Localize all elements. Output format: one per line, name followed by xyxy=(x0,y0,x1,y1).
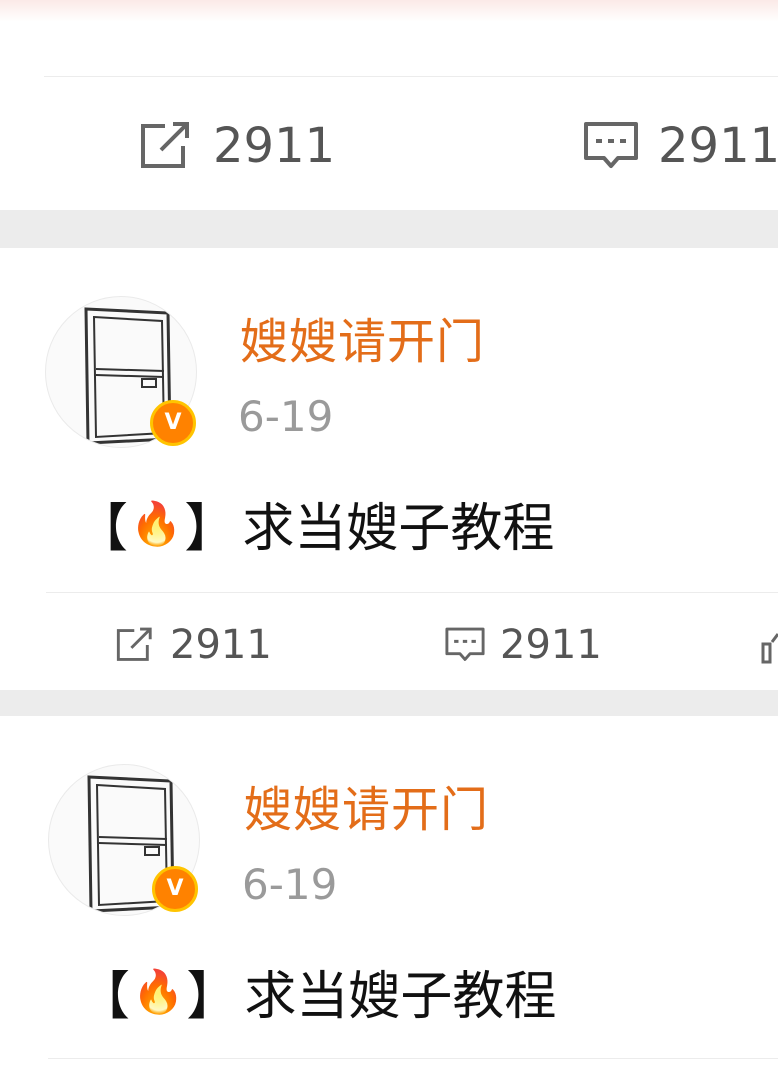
verified-icon: V xyxy=(164,410,182,435)
repost-button[interactable]: 2911 xyxy=(137,118,335,174)
username[interactable]: 嫂嫂请开门 xyxy=(244,770,489,840)
bracket-open: 【 xyxy=(76,499,129,559)
verified-badge: V xyxy=(150,400,196,446)
repost-count: 2911 xyxy=(170,622,272,668)
verified-icon: V xyxy=(166,876,184,901)
comment-icon xyxy=(582,120,640,172)
comment-button[interactable]: 2911 xyxy=(444,622,602,668)
repost-button[interactable]: 2911 xyxy=(114,622,272,668)
repost-icon xyxy=(114,626,156,664)
repost-icon xyxy=(137,120,195,172)
comment-button[interactable]: 2911 xyxy=(582,118,778,174)
card-separator xyxy=(0,690,778,716)
card-divider xyxy=(44,76,778,77)
username[interactable]: 嫂嫂请开门 xyxy=(240,302,485,372)
post-text: 求当嫂子教程 xyxy=(244,967,557,1027)
comment-count: 2911 xyxy=(500,622,602,668)
bracket-close: 】 xyxy=(186,967,239,1027)
bracket-close: 】 xyxy=(184,499,237,559)
like-button[interactable] xyxy=(760,630,778,664)
fire-emoji-icon: 🔥 xyxy=(130,498,183,548)
card-separator xyxy=(0,210,778,248)
post-content[interactable]: 【 🔥 】 求当嫂子教程 xyxy=(78,954,556,1029)
post-time: 6-19 xyxy=(238,392,334,441)
fire-emoji-icon: 🔥 xyxy=(132,966,185,1016)
post-time: 6-19 xyxy=(242,860,338,909)
verified-badge: V xyxy=(152,866,198,912)
comment-icon xyxy=(444,626,486,664)
post-content[interactable]: 【 🔥 】 求当嫂子教程 xyxy=(76,486,554,561)
previous-post-fade xyxy=(0,0,778,22)
bracket-open: 【 xyxy=(78,967,131,1027)
post-text: 求当嫂子教程 xyxy=(242,499,555,559)
card-divider xyxy=(48,1058,778,1059)
thumbs-up-icon xyxy=(760,630,778,664)
card-divider xyxy=(46,592,778,593)
repost-count: 2911 xyxy=(213,118,336,174)
comment-count: 2911 xyxy=(658,118,778,174)
